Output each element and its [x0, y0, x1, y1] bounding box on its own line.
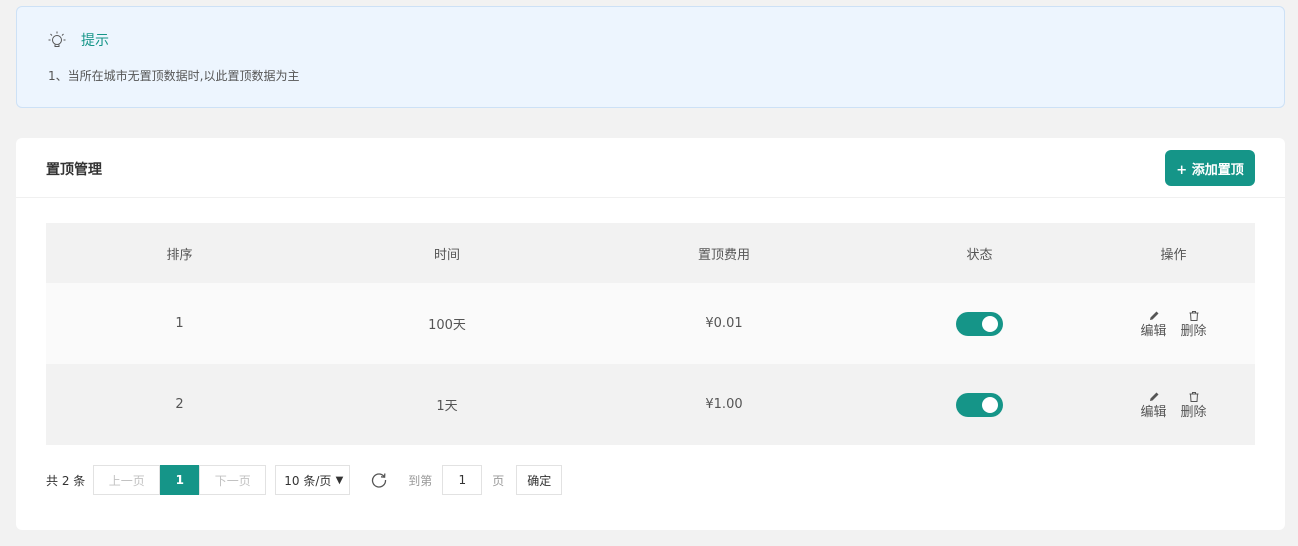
- toggle-knob: [982, 396, 998, 413]
- table-row: 1 100天 ¥0.01 编辑 删除: [46, 283, 1255, 364]
- header-time: 时间: [433, 247, 460, 263]
- total-count: 共 2 条: [46, 473, 86, 488]
- header-actions: 操作: [1160, 247, 1187, 263]
- add-pin-button[interactable]: + 添加置顶: [1165, 150, 1255, 186]
- pencil-icon: [1149, 392, 1158, 401]
- delete-label: 删除: [1180, 323, 1207, 339]
- next-page-button[interactable]: 下一页: [199, 465, 267, 495]
- goto-label: 到第: [408, 473, 433, 488]
- header-order: 排序: [166, 247, 193, 263]
- trash-icon: [1189, 391, 1198, 402]
- pin-table: 排序 时间 置顶费用 状态 操作 1 100天 ¥0.01 编辑 删除 2 1天…: [46, 223, 1255, 445]
- card-header: 置顶管理 + 添加置顶: [16, 138, 1285, 198]
- cell-status: [867, 392, 1092, 417]
- header-fee: 置顶费用: [697, 247, 750, 263]
- cell-status: [867, 311, 1092, 336]
- card-title: 置顶管理: [46, 162, 102, 178]
- cell-fee: ¥0.01: [705, 316, 743, 331]
- tip-panel: 提示 1、当所在城市无置顶数据时,以此置顶数据为主: [16, 6, 1285, 108]
- cell-actions: 编辑 删除: [1092, 387, 1255, 423]
- cell-order: 2: [175, 397, 184, 412]
- cell-fee: ¥1.00: [705, 397, 743, 412]
- toggle-knob: [982, 315, 998, 332]
- lightbulb-icon: [47, 30, 67, 50]
- cell-order: 1: [175, 316, 184, 331]
- delete-button[interactable]: 删除: [1179, 306, 1209, 342]
- delete-button[interactable]: 删除: [1179, 387, 1209, 423]
- edit-button[interactable]: 编辑: [1139, 306, 1169, 342]
- status-toggle[interactable]: [956, 311, 1003, 336]
- caret-down-icon: ▼: [335, 474, 344, 486]
- tip-text: 1、当所在城市无置顶数据时,以此置顶数据为主: [48, 69, 300, 83]
- prev-page-button[interactable]: 上一页: [93, 465, 161, 495]
- edit-label: 编辑: [1140, 404, 1167, 420]
- edit-button[interactable]: 编辑: [1139, 387, 1169, 423]
- pagination: 共 2 条 上一页 1 下一页 10 条/页 ▼ 到第 页 确定: [46, 465, 563, 495]
- header-status: 状态: [966, 247, 993, 263]
- trash-icon: [1189, 310, 1198, 321]
- cell-actions: 编辑 删除: [1092, 306, 1255, 342]
- pin-management-card: 置顶管理 + 添加置顶 排序 时间 置顶费用 状态 操作 1 100天 ¥0.0…: [16, 138, 1285, 530]
- page-1-button[interactable]: 1: [160, 465, 200, 495]
- tip-header: 提示: [47, 29, 109, 51]
- edit-label: 编辑: [1140, 323, 1167, 339]
- table-row: 2 1天 ¥1.00 编辑 删除: [46, 364, 1255, 445]
- page-size-value: 10 条/页: [284, 473, 332, 488]
- tip-title: 提示: [81, 33, 109, 49]
- table-header-row: 排序 时间 置顶费用 状态 操作: [46, 223, 1255, 283]
- cell-time: 100天: [428, 318, 466, 333]
- delete-label: 删除: [1180, 404, 1207, 420]
- status-toggle[interactable]: [956, 392, 1003, 417]
- pencil-icon: [1149, 311, 1158, 320]
- goto-confirm-button[interactable]: 确定: [516, 465, 563, 495]
- refresh-icon[interactable]: [370, 471, 388, 489]
- cell-time: 1天: [436, 399, 458, 414]
- page-size-select[interactable]: 10 条/页 ▼: [275, 465, 351, 495]
- goto-page-input[interactable]: [442, 465, 483, 495]
- page-unit-label: 页: [492, 473, 505, 488]
